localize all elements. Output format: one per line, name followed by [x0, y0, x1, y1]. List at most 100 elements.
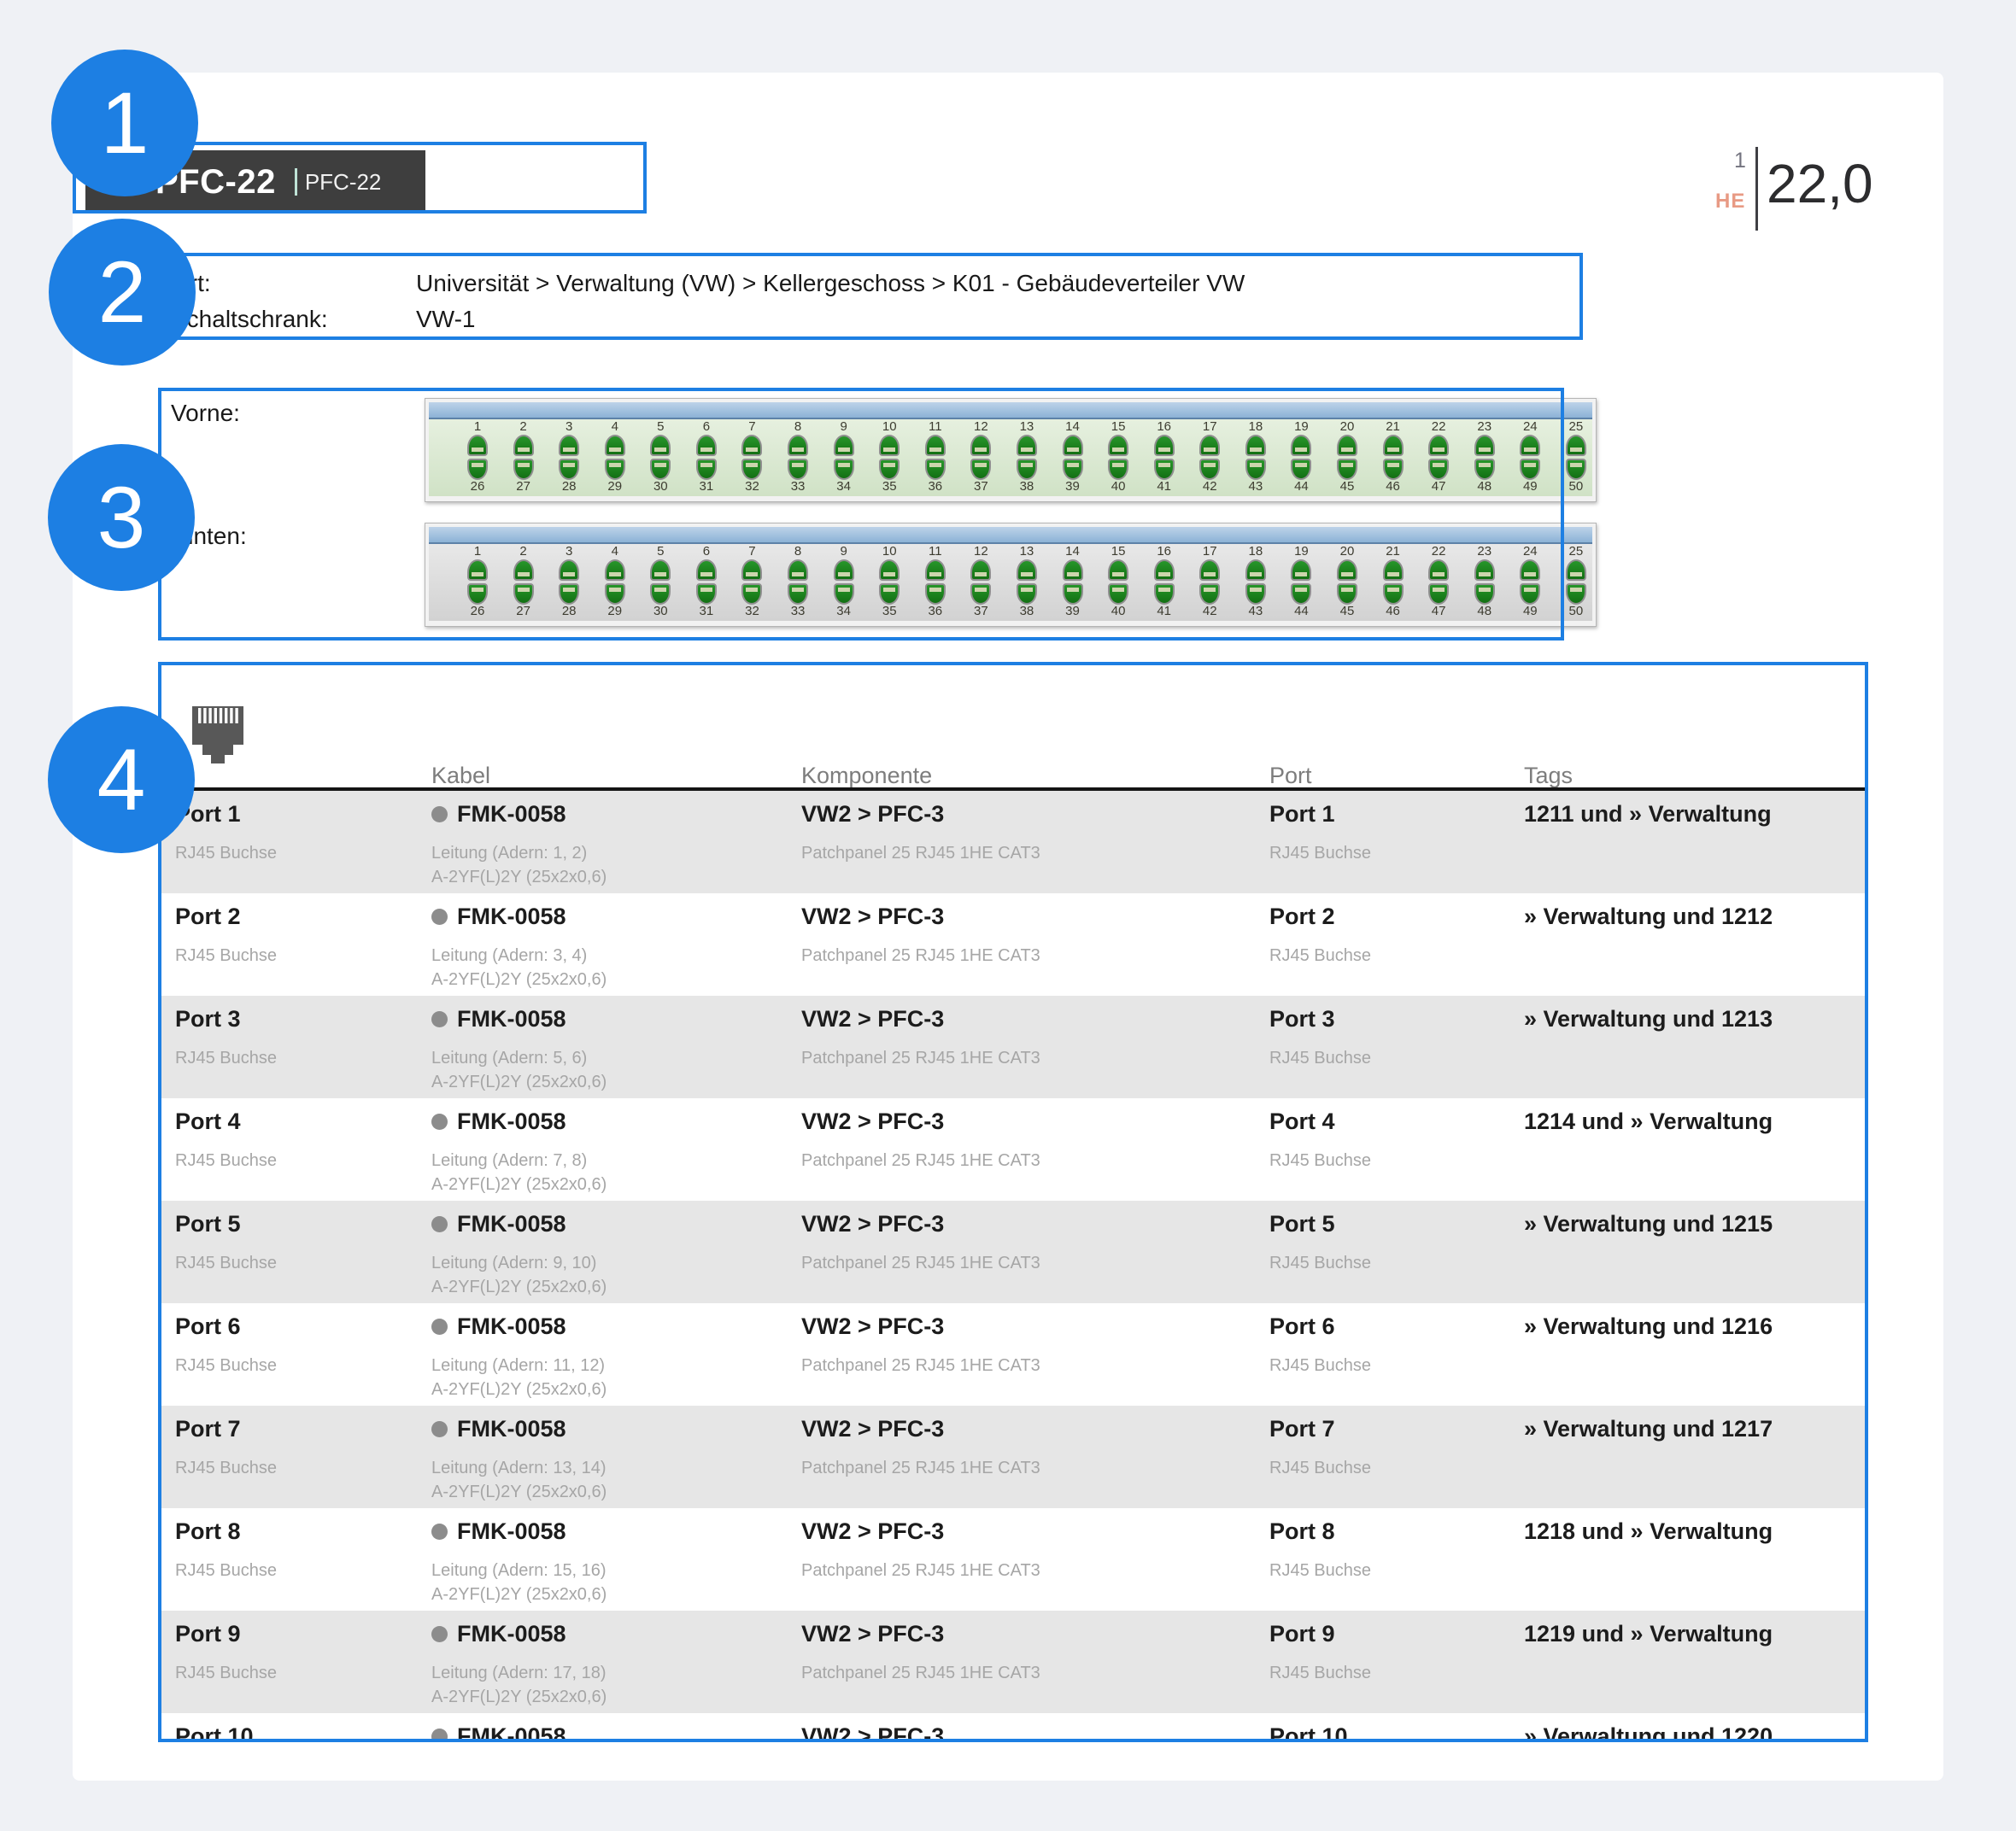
port-jack-icon[interactable] — [650, 583, 671, 605]
port-jack-icon[interactable] — [1474, 435, 1495, 456]
port-jack-icon[interactable] — [1154, 583, 1175, 605]
port-jack-icon[interactable] — [1383, 435, 1404, 456]
port-jack-icon[interactable] — [513, 435, 534, 456]
port-jack-icon[interactable] — [513, 559, 534, 581]
port-jack-icon[interactable] — [1428, 459, 1449, 480]
port-jack-icon[interactable] — [788, 435, 808, 456]
port-jack-icon[interactable] — [559, 435, 579, 456]
port-jack-icon[interactable] — [696, 583, 717, 605]
port-jack-icon[interactable] — [879, 583, 900, 605]
port-jack-icon[interactable] — [1474, 459, 1495, 480]
port-jack-icon[interactable] — [1154, 559, 1175, 581]
port-jack-icon[interactable] — [1245, 559, 1266, 581]
port-jack-icon[interactable] — [1428, 559, 1449, 581]
port-jack-icon[interactable] — [1017, 459, 1037, 480]
port-jack-icon[interactable] — [1154, 459, 1175, 480]
port-jack-icon[interactable] — [925, 459, 946, 480]
port-jack-icon[interactable] — [1108, 583, 1128, 605]
port-jack-icon[interactable] — [741, 435, 762, 456]
port-jack-icon[interactable] — [513, 459, 534, 480]
port-jack-icon[interactable] — [1108, 459, 1128, 480]
port-jack-icon[interactable] — [1291, 559, 1311, 581]
port-jack-icon[interactable] — [650, 559, 671, 581]
port-jack-icon[interactable] — [1474, 583, 1495, 605]
port-jack-icon[interactable] — [605, 459, 625, 480]
port-jack-icon[interactable] — [1063, 559, 1083, 581]
port-jack-icon[interactable] — [1383, 559, 1404, 581]
port-jack-icon[interactable] — [1063, 583, 1083, 605]
port-jack-icon[interactable] — [467, 459, 488, 480]
port-jack-icon[interactable] — [1428, 583, 1449, 605]
port-jack-icon[interactable] — [741, 459, 762, 480]
port-jack-icon[interactable] — [696, 559, 717, 581]
port-jack-icon[interactable] — [1337, 435, 1357, 456]
port-jack-icon[interactable] — [925, 583, 946, 605]
port-jack-icon[interactable] — [559, 559, 579, 581]
port-jack-icon[interactable] — [1337, 559, 1357, 581]
port-jack-icon[interactable] — [605, 559, 625, 581]
port-jack-icon[interactable] — [1566, 459, 1586, 480]
port-jack-icon[interactable] — [559, 583, 579, 605]
port-jack-icon[interactable] — [1291, 459, 1311, 480]
port-jack-icon[interactable] — [1017, 583, 1037, 605]
port-jack-icon[interactable] — [1520, 435, 1540, 456]
port-jack-icon[interactable] — [650, 459, 671, 480]
port-jack-icon[interactable] — [1291, 435, 1311, 456]
port-jack-icon[interactable] — [1383, 583, 1404, 605]
port-jack-icon[interactable] — [1520, 583, 1540, 605]
port-jack-icon[interactable] — [1428, 435, 1449, 456]
port-jack-icon[interactable] — [1566, 583, 1586, 605]
port-jack-icon[interactable] — [788, 459, 808, 480]
port-jack-icon[interactable] — [970, 435, 991, 456]
port-jack-icon[interactable] — [1566, 559, 1586, 581]
port-jack-icon[interactable] — [1520, 559, 1540, 581]
port-jack-icon[interactable] — [970, 459, 991, 480]
port-jack-icon[interactable] — [834, 583, 854, 605]
port-jack-icon[interactable] — [513, 583, 534, 605]
port-jack-icon[interactable] — [1154, 435, 1175, 456]
location-breadcrumb[interactable]: Universität > Verwaltung (VW) > Kellerge… — [416, 270, 1245, 297]
port-jack-icon[interactable] — [559, 459, 579, 480]
port-jack-icon[interactable] — [1017, 435, 1037, 456]
port-jack-icon[interactable] — [834, 459, 854, 480]
port-jack-icon[interactable] — [879, 435, 900, 456]
port-jack-icon[interactable] — [605, 435, 625, 456]
port-jack-icon[interactable] — [1063, 459, 1083, 480]
port-jack-icon[interactable] — [1337, 583, 1357, 605]
port-jack-icon[interactable] — [925, 559, 946, 581]
port-jack-icon[interactable] — [1474, 559, 1495, 581]
port-jack-icon[interactable] — [696, 459, 717, 480]
port-jack-icon[interactable] — [788, 583, 808, 605]
port-jack-icon[interactable] — [1245, 583, 1266, 605]
port-jack-icon[interactable] — [1199, 583, 1220, 605]
port-jack-icon[interactable] — [970, 583, 991, 605]
port-jack-icon[interactable] — [1245, 459, 1266, 480]
port-jack-icon[interactable] — [650, 435, 671, 456]
port-jack-icon[interactable] — [925, 435, 946, 456]
port-jack-icon[interactable] — [1199, 559, 1220, 581]
port-jack-icon[interactable] — [1108, 435, 1128, 456]
port-jack-icon[interactable] — [1108, 559, 1128, 581]
cabinet-value[interactable]: VW-1 — [416, 306, 476, 333]
port-jack-icon[interactable] — [1566, 435, 1586, 456]
port-jack-icon[interactable] — [1520, 459, 1540, 480]
port-jack-icon[interactable] — [1245, 435, 1266, 456]
port-jack-icon[interactable] — [879, 559, 900, 581]
port-jack-icon[interactable] — [788, 559, 808, 581]
port-jack-icon[interactable] — [1017, 559, 1037, 581]
port-jack-icon[interactable] — [1383, 459, 1404, 480]
port-jack-icon[interactable] — [696, 435, 717, 456]
port-jack-icon[interactable] — [1199, 435, 1220, 456]
port-jack-icon[interactable] — [1337, 459, 1357, 480]
port-jack-icon[interactable] — [467, 435, 488, 456]
port-jack-icon[interactable] — [741, 583, 762, 605]
port-jack-icon[interactable] — [834, 559, 854, 581]
port-jack-icon[interactable] — [741, 559, 762, 581]
port-jack-icon[interactable] — [605, 583, 625, 605]
port-jack-icon[interactable] — [1291, 583, 1311, 605]
port-jack-icon[interactable] — [467, 559, 488, 581]
port-jack-icon[interactable] — [879, 459, 900, 480]
port-jack-icon[interactable] — [467, 583, 488, 605]
port-jack-icon[interactable] — [834, 435, 854, 456]
port-jack-icon[interactable] — [1199, 459, 1220, 480]
